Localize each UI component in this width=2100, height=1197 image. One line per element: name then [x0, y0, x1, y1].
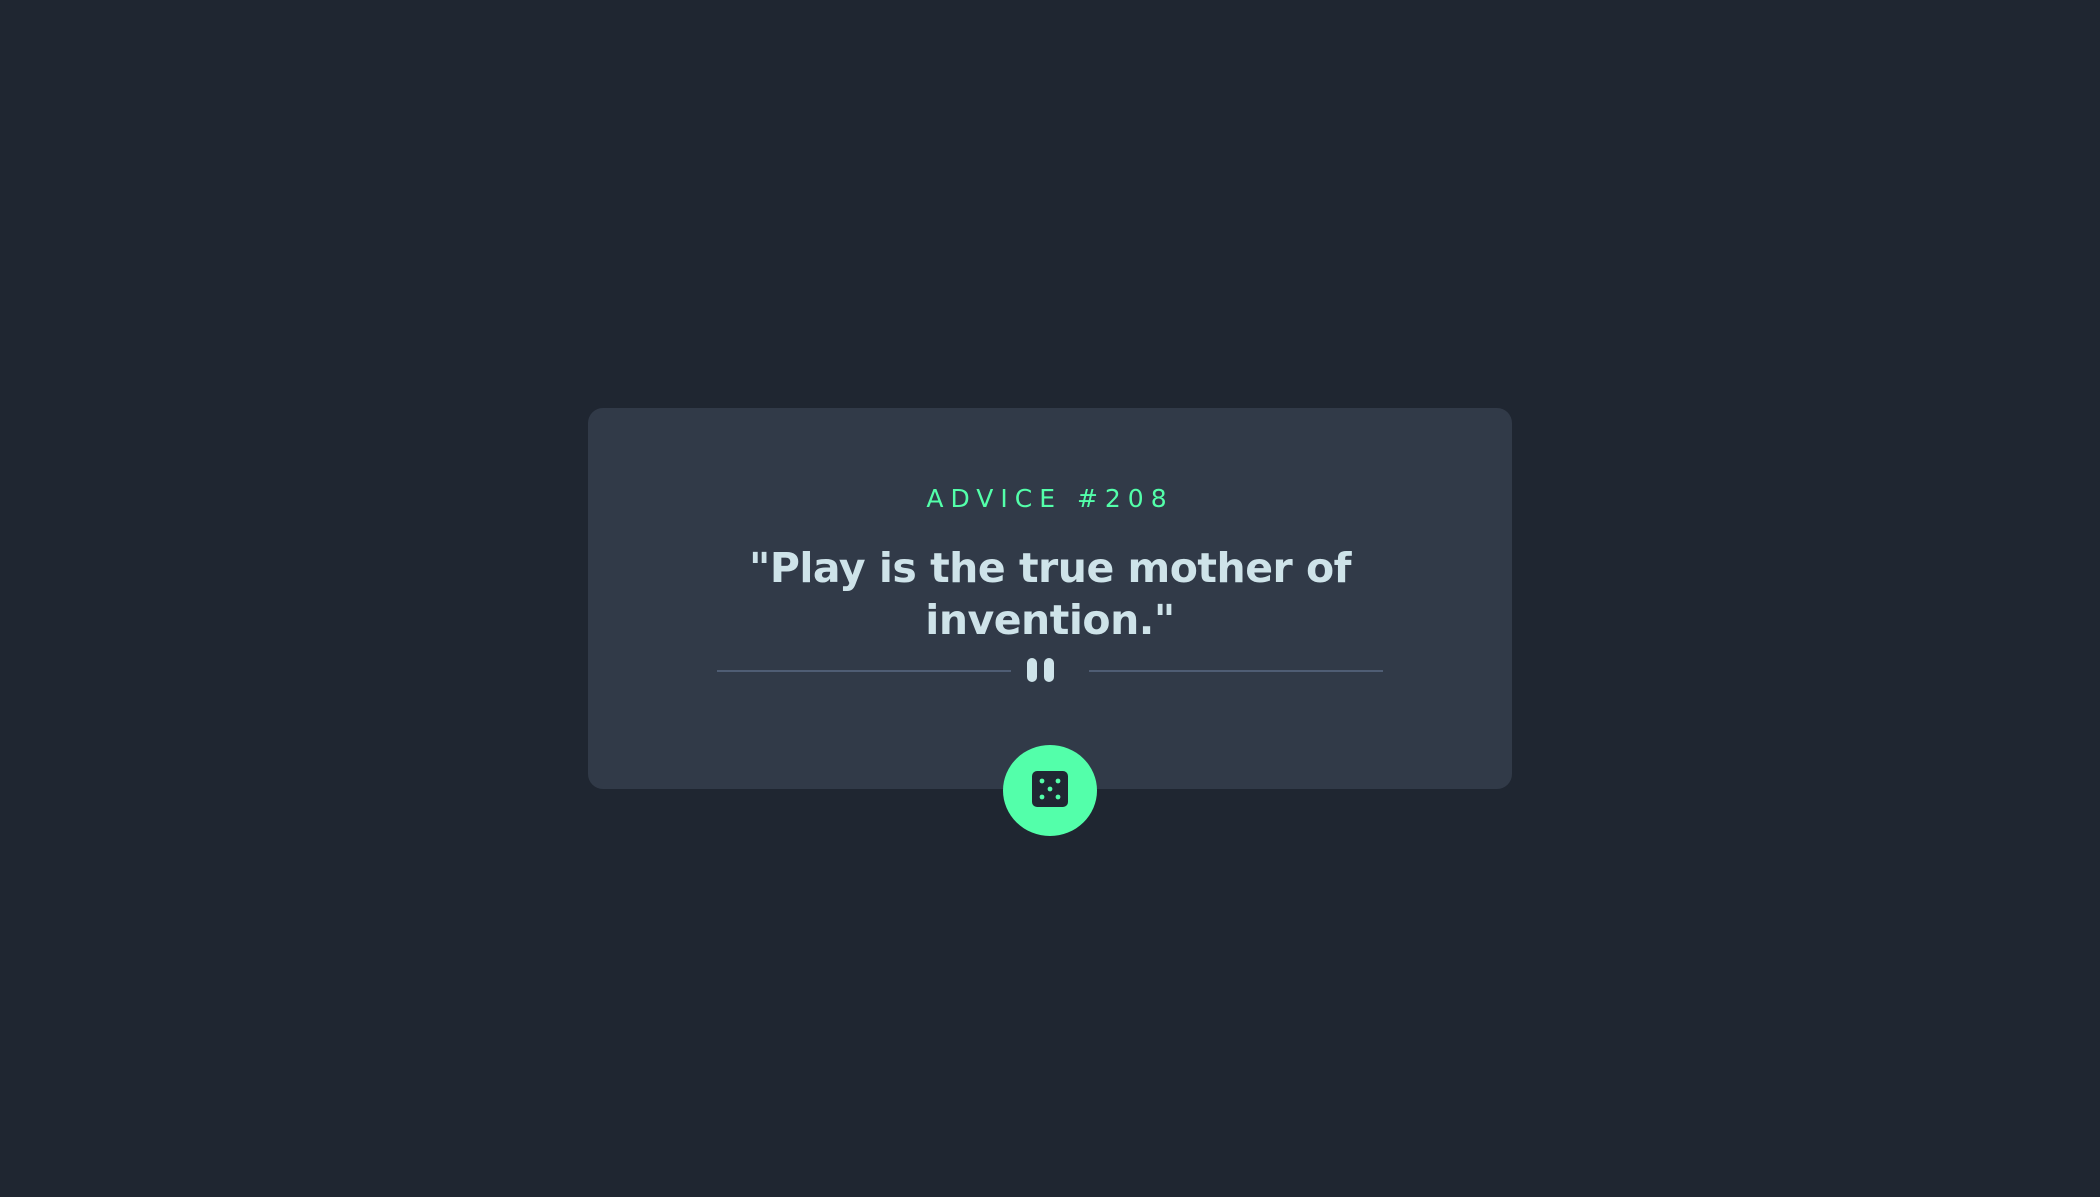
- divider-line-right: [1089, 670, 1383, 672]
- pause-bar-right: [1044, 658, 1054, 682]
- divider-line-left: [717, 670, 1011, 672]
- new-advice-button[interactable]: [1003, 745, 1097, 836]
- advice-card: ADVICE #208 "Play is the true mother of …: [588, 408, 1512, 789]
- dice-icon: [1032, 771, 1068, 807]
- divider: [717, 656, 1383, 686]
- advice-quote: "Play is the true mother of invention.": [748, 544, 1352, 644]
- advice-number: ADVICE #208: [926, 484, 1174, 513]
- pause-bar-left: [1027, 658, 1037, 682]
- pause-icon: [1023, 656, 1057, 686]
